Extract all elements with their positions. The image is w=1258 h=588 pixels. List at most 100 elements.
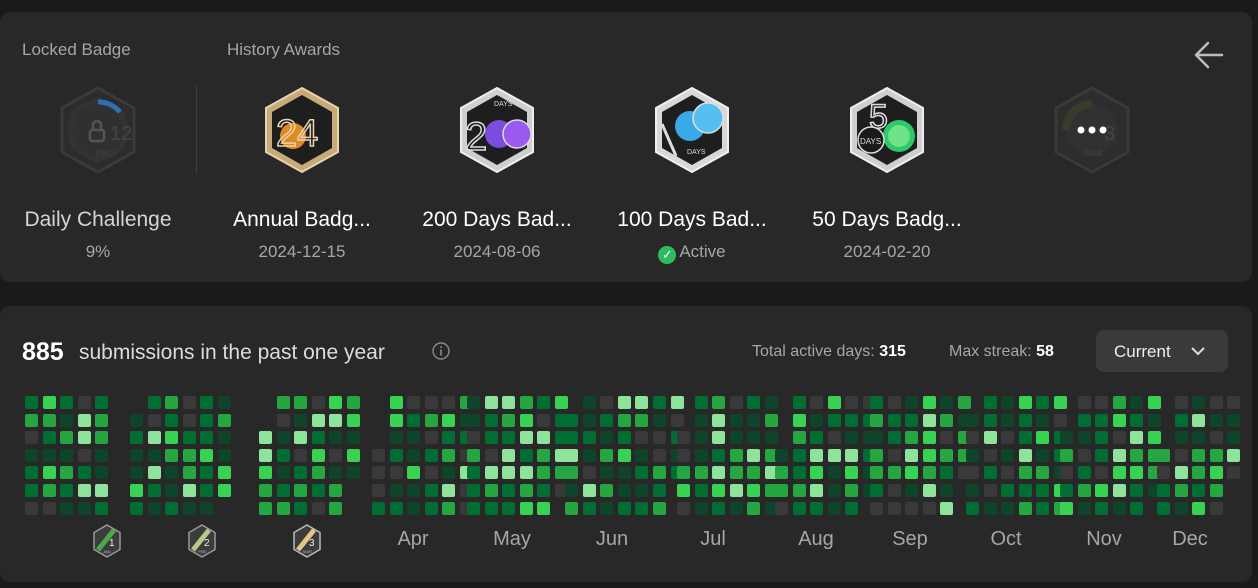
heatmap-day-cell[interactable] bbox=[765, 396, 778, 409]
heatmap-day-cell[interactable] bbox=[329, 466, 343, 480]
heatmap-day-cell[interactable] bbox=[424, 484, 438, 497]
heatmap-day-cell[interactable] bbox=[25, 501, 38, 515]
heatmap-day-cell[interactable] bbox=[712, 396, 726, 409]
heatmap-day-cell[interactable] bbox=[1095, 448, 1109, 462]
heatmap-day-cell[interactable] bbox=[372, 501, 385, 515]
heatmap-day-cell[interactable] bbox=[147, 431, 161, 445]
heatmap-day-cell[interactable] bbox=[347, 466, 360, 480]
heatmap-day-cell[interactable] bbox=[182, 484, 196, 497]
heatmap-day-cell[interactable] bbox=[442, 484, 456, 497]
heatmap-day-cell[interactable] bbox=[958, 396, 971, 409]
heatmap-day-cell[interactable] bbox=[1227, 431, 1241, 445]
heatmap-day-cell[interactable] bbox=[537, 484, 551, 497]
heatmap-day-cell[interactable] bbox=[617, 501, 631, 515]
heatmap-day-cell[interactable] bbox=[747, 501, 761, 515]
heatmap-day-cell[interactable] bbox=[467, 501, 480, 515]
heatmap-day-cell[interactable] bbox=[259, 501, 272, 515]
heatmap-day-cell[interactable] bbox=[765, 431, 778, 445]
heatmap-day-cell[interactable] bbox=[407, 413, 421, 427]
heatmap-day-cell[interactable] bbox=[712, 466, 726, 480]
heatmap-day-cell[interactable] bbox=[147, 396, 161, 409]
heatmap-day-cell[interactable] bbox=[294, 466, 308, 480]
heatmap-day-cell[interactable] bbox=[1112, 484, 1126, 497]
heatmap-day-cell[interactable] bbox=[218, 431, 231, 445]
heatmap-day-cell[interactable] bbox=[775, 466, 788, 480]
heatmap-day-cell[interactable] bbox=[1209, 431, 1223, 445]
heatmap-day-cell[interactable] bbox=[502, 413, 516, 427]
heatmap-day-cell[interactable] bbox=[519, 448, 533, 462]
heatmap-day-cell[interactable] bbox=[502, 396, 516, 409]
heatmap-day-cell[interactable] bbox=[729, 466, 743, 480]
heatmap-day-cell[interactable] bbox=[42, 413, 56, 427]
heatmap-day-cell[interactable] bbox=[276, 448, 290, 462]
heatmap-day-cell[interactable] bbox=[276, 501, 290, 515]
heatmap-day-cell[interactable] bbox=[1060, 501, 1073, 515]
heatmap-day-cell[interactable] bbox=[130, 484, 143, 497]
heatmap-day-cell[interactable] bbox=[694, 466, 708, 480]
heatmap-day-cell[interactable] bbox=[442, 448, 456, 462]
heatmap-day-cell[interactable] bbox=[1148, 413, 1161, 427]
heatmap-day-cell[interactable] bbox=[537, 413, 551, 427]
heatmap-day-cell[interactable] bbox=[442, 396, 456, 409]
heatmap-day-cell[interactable] bbox=[424, 413, 438, 427]
heatmap-day-cell[interactable] bbox=[537, 501, 551, 515]
heatmap-day-cell[interactable] bbox=[582, 413, 596, 427]
heatmap-day-cell[interactable] bbox=[467, 484, 480, 497]
heatmap-day-cell[interactable] bbox=[484, 484, 498, 497]
heatmap-day-cell[interactable] bbox=[407, 448, 421, 462]
heatmap-day-cell[interactable] bbox=[1174, 413, 1188, 427]
heatmap-day-cell[interactable] bbox=[694, 413, 708, 427]
heatmap-day-cell[interactable] bbox=[940, 413, 954, 427]
heatmap-day-cell[interactable] bbox=[677, 484, 690, 497]
heatmap-day-cell[interactable] bbox=[484, 396, 498, 409]
heatmap-day-cell[interactable] bbox=[200, 431, 214, 445]
heatmap-day-cell[interactable] bbox=[1036, 413, 1050, 427]
heatmap-day-cell[interactable] bbox=[1192, 431, 1206, 445]
heatmap-day-cell[interactable] bbox=[565, 501, 578, 515]
heatmap-day-cell[interactable] bbox=[635, 448, 649, 462]
heatmap-day-cell[interactable] bbox=[600, 466, 614, 480]
heatmap-day-cell[interactable] bbox=[442, 501, 456, 515]
heatmap-day-cell[interactable] bbox=[311, 396, 325, 409]
heatmap-day-cell[interactable] bbox=[712, 448, 726, 462]
heatmap-day-cell[interactable] bbox=[966, 431, 979, 445]
heatmap-day-cell[interactable] bbox=[311, 413, 325, 427]
heatmap-day-cell[interactable] bbox=[792, 501, 806, 515]
heatmap-day-cell[interactable] bbox=[311, 501, 325, 515]
heatmap-day-cell[interactable] bbox=[922, 501, 936, 515]
heatmap-day-cell[interactable] bbox=[1157, 448, 1170, 462]
heatmap-day-cell[interactable] bbox=[77, 431, 91, 445]
heatmap-day-cell[interactable] bbox=[1077, 484, 1091, 497]
heatmap-day-cell[interactable] bbox=[940, 484, 954, 497]
heatmap-day-cell[interactable] bbox=[1227, 396, 1241, 409]
heatmap-day-cell[interactable] bbox=[372, 448, 385, 462]
heatmap-day-cell[interactable] bbox=[792, 484, 806, 497]
heatmap-day-cell[interactable] bbox=[1018, 466, 1032, 480]
heatmap-day-cell[interactable] bbox=[845, 501, 859, 515]
history-badge-200-days[interactable]: 2 DAYS 200 Days Bad... 2024-08-06 bbox=[399, 84, 595, 274]
heatmap-day-cell[interactable] bbox=[389, 501, 403, 515]
heatmap-day-cell[interactable] bbox=[1227, 448, 1241, 462]
heatmap-day-cell[interactable] bbox=[294, 448, 308, 462]
heatmap-day-cell[interactable] bbox=[887, 501, 901, 515]
heatmap-day-cell[interactable] bbox=[1095, 466, 1109, 480]
heatmap-day-cell[interactable] bbox=[25, 431, 38, 445]
heatmap-day-cell[interactable] bbox=[200, 484, 214, 497]
heatmap-day-cell[interactable] bbox=[677, 466, 690, 480]
heatmap-day-cell[interactable] bbox=[165, 448, 179, 462]
heatmap-day-cell[interactable] bbox=[565, 466, 578, 480]
heatmap-day-cell[interactable] bbox=[1077, 431, 1091, 445]
heatmap-day-cell[interactable] bbox=[600, 484, 614, 497]
heatmap-day-cell[interactable] bbox=[1060, 466, 1073, 480]
heatmap-day-cell[interactable] bbox=[887, 431, 901, 445]
heatmap-day-cell[interactable] bbox=[922, 484, 936, 497]
heatmap-day-cell[interactable] bbox=[617, 396, 631, 409]
heatmap-day-cell[interactable] bbox=[294, 484, 308, 497]
heatmap-day-cell[interactable] bbox=[653, 466, 666, 480]
heatmap-day-cell[interactable] bbox=[845, 431, 859, 445]
heatmap-day-cell[interactable] bbox=[1192, 501, 1206, 515]
heatmap-day-cell[interactable] bbox=[372, 466, 385, 480]
heatmap-day-cell[interactable] bbox=[887, 396, 901, 409]
heatmap-day-cell[interactable] bbox=[95, 484, 109, 497]
heatmap-day-cell[interactable] bbox=[1036, 466, 1050, 480]
